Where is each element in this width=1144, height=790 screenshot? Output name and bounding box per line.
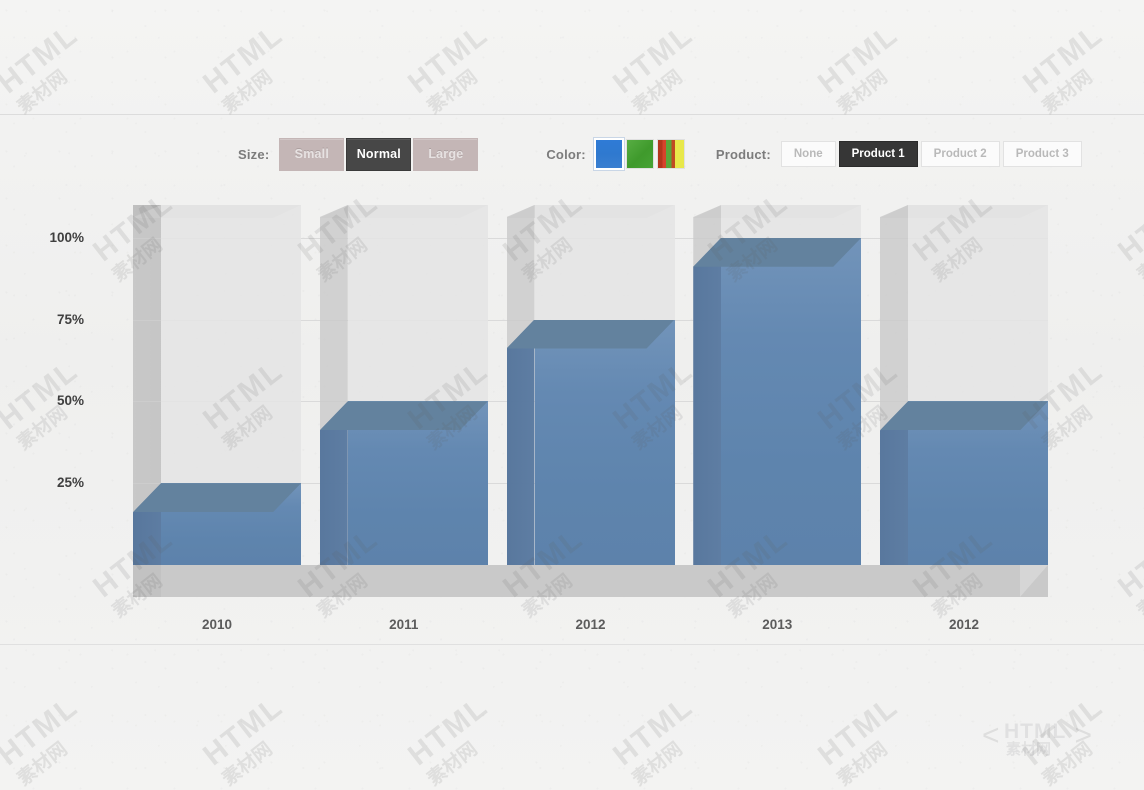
blue-swatch[interactable] (595, 140, 622, 168)
watermark-text: HTML素材网 (607, 17, 700, 119)
multi-swatch[interactable] (657, 140, 684, 168)
bar-top-face (693, 237, 862, 267)
y-axis-label-100: 100% (49, 229, 84, 245)
bar-front-face[interactable] (534, 319, 675, 565)
size-option-group: Size: Small Normal Large (238, 137, 479, 171)
watermark-text: HTML素材网 (197, 689, 290, 790)
bar-top-face (133, 483, 301, 513)
bar-chart: 2010 2011 2012 2013 2012 25% 50% 75% 100% (0, 192, 1144, 644)
y-axis-label-75: 75% (56, 311, 84, 327)
bar-slot[interactable] (506, 205, 675, 565)
watermark-text: HTML素材网 (0, 17, 85, 119)
product-button-3[interactable]: Product 3 (1002, 141, 1082, 167)
color-option-group: Color: (546, 140, 684, 168)
watermark-text: HTML素材网 (197, 17, 290, 119)
color-swatch-list[interactable] (595, 140, 684, 168)
bar-slot[interactable] (319, 205, 488, 565)
size-button-large[interactable]: Large (413, 137, 479, 171)
size-segmented-control[interactable]: Small Normal Large (279, 137, 479, 171)
chart-floor-right-edge (1020, 565, 1048, 597)
chart-bottom-divider (0, 644, 1144, 645)
bar-top-face (319, 401, 488, 431)
bar-top-face (506, 319, 675, 349)
color-label: Color: (546, 146, 586, 162)
logo-bottom-text: 素材网 (1006, 741, 1052, 758)
chart-options-toolbar: Size: Small Normal Large Color: Product:… (0, 116, 1144, 192)
watermark-text: HTML素材网 (402, 17, 495, 119)
product-option-group: Product: None Product 1 Product 2 Produc… (716, 141, 1082, 167)
x-axis-label: 2010 (201, 617, 233, 632)
bar-slot[interactable] (880, 205, 1048, 565)
bar-front-face[interactable] (721, 237, 862, 565)
size-button-normal[interactable]: Normal (346, 137, 412, 171)
x-axis-label: 2012 (575, 617, 606, 632)
x-axis-label: 2012 (948, 617, 980, 632)
y-axis-label-25: 25% (56, 475, 84, 491)
product-button-2[interactable]: Product 2 (920, 141, 1000, 167)
chart-floor-front (161, 565, 1048, 597)
watermark-text: HTML素材网 (812, 689, 905, 790)
bar-side-face (506, 319, 535, 565)
bar-top-face (880, 401, 1048, 431)
logo-top-text: HTML (1004, 720, 1067, 743)
bar-slot[interactable] (133, 205, 301, 565)
watermark-text: HTML素材网 (607, 689, 700, 790)
product-button-list[interactable]: None Product 1 Product 2 Product 3 (780, 141, 1082, 167)
x-axis-label: 2011 (389, 617, 419, 632)
product-label: Product: (715, 146, 771, 162)
bar-slot[interactable] (693, 205, 862, 565)
size-button-small[interactable]: Small (279, 137, 345, 171)
x-axis-label: 2013 (762, 617, 793, 632)
chart-plot-area: 2010 2011 2012 2013 2012 (133, 205, 1048, 632)
toolbar-top-divider (0, 114, 1144, 115)
y-axis-label-50: 50% (56, 393, 84, 409)
corner-watermark-logo: < HTML 素材网 > (982, 710, 1092, 770)
product-button-none[interactable]: None (780, 141, 836, 167)
watermark-text: HTML素材网 (1017, 689, 1110, 790)
logo-left-bracket: < (982, 719, 1000, 752)
watermark-text: HTML素材网 (812, 17, 905, 119)
chart-bar-group (133, 205, 1048, 565)
watermark-text: HTML素材网 (0, 689, 85, 790)
watermark-text: HTML素材网 (402, 689, 495, 790)
size-label: Size: (238, 146, 270, 162)
green-swatch[interactable] (626, 140, 653, 168)
logo-right-bracket: > (1074, 719, 1092, 752)
product-button-1[interactable]: Product 1 (838, 141, 918, 167)
bar-side-face (693, 237, 722, 565)
watermark-text: HTML素材网 (1017, 17, 1110, 119)
